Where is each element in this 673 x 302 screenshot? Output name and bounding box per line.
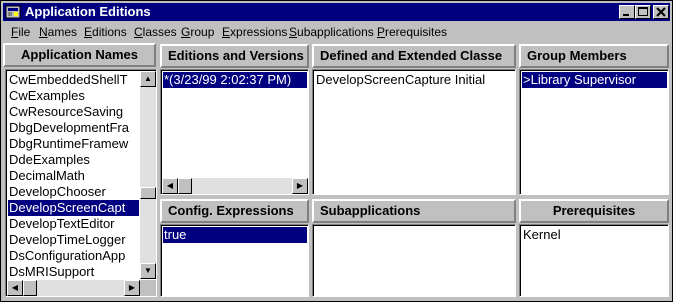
prerequisite-item[interactable]: Kernel [522,227,561,243]
close-button[interactable] [653,5,669,19]
application-name-item[interactable]: DsMRISupport [8,264,94,280]
classes-header: Defined and Extended Classe [312,44,516,68]
group-member-item-selected[interactable]: >Library Supervisor [522,72,667,88]
menu-bar: File Names Editions Classes Group Expres… [3,23,670,41]
scroll-left-button[interactable]: ◀ [162,178,178,194]
application-name-item[interactable]: DecimalMath [8,168,85,184]
scroll-corner [140,280,156,296]
config-expressions-list[interactable]: true [160,224,309,297]
editions-list[interactable]: *(3/23/99 2:02:37 PM) ◀ ▶ [160,69,309,195]
menu-names[interactable]: Names [39,25,77,39]
minimize-button[interactable] [619,5,635,19]
scroll-thumb[interactable] [140,187,156,199]
scroll-up-button[interactable]: ▲ [140,71,156,87]
application-names-list[interactable]: CwEmbeddedShellT CwExamples CwResourceSa… [5,69,157,297]
classes-list[interactable]: DevelopScreenCapture Initial [312,69,516,195]
menu-expressions[interactable]: Expressions [222,25,287,39]
config-expressions-header: Config. Expressions [160,199,309,223]
scroll-left-button[interactable]: ◀ [7,280,23,296]
title-bar[interactable]: Application Editions [3,3,670,21]
maximize-button[interactable] [635,5,651,19]
menu-editions[interactable]: Editions [84,25,127,39]
application-name-item[interactable]: CwResourceSaving [8,104,123,120]
menu-file[interactable]: File [11,25,30,39]
menu-classes[interactable]: Classes [134,25,177,39]
scroll-thumb[interactable] [23,280,37,296]
prerequisites-list[interactable]: Kernel [519,224,669,297]
subapplications-list[interactable] [312,224,516,297]
application-names-hscroll[interactable]: ◀ ▶ [7,280,140,296]
maximize-icon [638,7,648,16]
class-item[interactable]: DevelopScreenCapture Initial [315,72,485,88]
application-name-item[interactable]: DevelopTextEditor [8,216,115,232]
prerequisites-header: Prerequisites [519,199,669,223]
scroll-thumb[interactable] [178,178,192,194]
editions-header: Editions and Versions [160,44,309,68]
application-name-item[interactable]: DbgRuntimeFramew [8,136,128,152]
minimize-icon [623,14,629,16]
scroll-right-button[interactable]: ▶ [124,280,140,296]
application-name-item[interactable]: DevelopChooser [8,184,106,200]
group-members-header: Group Members [519,44,669,68]
scroll-down-button[interactable]: ▼ [140,263,156,279]
menu-prerequisites[interactable]: Prerequisites [377,25,447,39]
app-icon[interactable] [5,4,21,20]
application-name-item[interactable]: CwExamples [8,88,85,104]
menu-subapplications[interactable]: Subapplications [289,25,374,39]
application-names-header: Application Names [3,43,156,67]
application-names-vscroll[interactable]: ▲ ▼ [140,71,156,279]
application-editions-window: Application Editions File Names Editions… [0,0,673,302]
application-name-item[interactable]: DsConfigurationApp [8,248,125,264]
edition-item-selected[interactable]: *(3/23/99 2:02:37 PM) [163,72,307,88]
application-name-item[interactable]: DevelopTimeLogger [8,232,126,248]
menu-group[interactable]: Group [181,25,214,39]
config-expression-item-selected[interactable]: true [163,227,307,243]
close-icon [656,7,666,17]
application-name-item[interactable]: CwEmbeddedShellT [8,72,128,88]
scroll-right-button[interactable]: ▶ [292,178,308,194]
application-name-item-selected[interactable]: DevelopScreenCapt [8,200,139,216]
application-name-item[interactable]: DbgDevelopmentFra [8,120,129,136]
window-title: Application Editions [25,4,151,19]
application-name-item[interactable]: DdeExamples [8,152,90,168]
subapplications-header: Subapplications [312,199,516,223]
editions-hscroll[interactable]: ◀ ▶ [162,178,308,194]
group-members-list[interactable]: >Library Supervisor [519,69,669,195]
